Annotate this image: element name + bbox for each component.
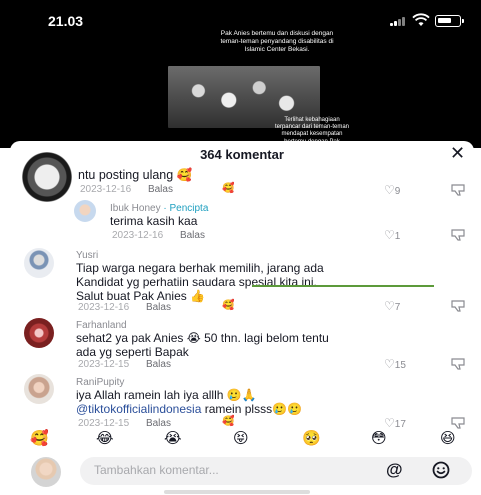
comment-meta: 2023-12-16 Balas	[80, 184, 173, 195]
emoji-smiling-hearts[interactable]: 🥰	[30, 430, 49, 448]
comment-text-line: iya Allah ramein lah iya alllh 🥲🙏	[76, 388, 257, 402]
creator-like-icon: 🥰	[222, 183, 235, 194]
emoji-tears-of-joy[interactable]: 😂	[96, 430, 114, 448]
comment-meta: 2023-12-16 Balas	[78, 302, 171, 313]
battery-icon	[435, 15, 464, 27]
like-count: 17	[394, 419, 406, 430]
comment-text-line: sehat2 ya pak Anies 😭 50 thn. lagi belom…	[76, 331, 329, 345]
comment-username[interactable]: Yusri	[76, 250, 98, 261]
creator-like-icon: 🥰	[222, 300, 235, 311]
creator-badge: · Pencipta	[163, 203, 209, 214]
comment-meta: 2023-12-16 Balas	[112, 230, 205, 241]
like-button[interactable]: ♡17	[384, 416, 406, 430]
heart-icon: ♡	[384, 228, 395, 242]
avatar[interactable]	[24, 248, 54, 278]
comment-count-title: 364 komentar	[200, 147, 284, 162]
comment-input-box[interactable]: @	[80, 457, 472, 485]
status-bar: 21.03	[0, 0, 481, 30]
emoji-quick-bar: 🥰 😂 😭 😝 🥺 😳 😆	[0, 430, 481, 452]
reply-button[interactable]: Balas	[146, 359, 171, 370]
my-avatar	[31, 457, 61, 487]
dislike-icon[interactable]	[451, 358, 465, 370]
close-icon[interactable]: ✕	[450, 144, 465, 162]
dislike-icon[interactable]	[451, 184, 465, 196]
avatar[interactable]	[24, 374, 54, 404]
heart-icon: ♡	[384, 357, 395, 371]
emoji-picker-icon[interactable]	[432, 461, 450, 479]
dislike-icon[interactable]	[451, 417, 465, 429]
emoji-crying[interactable]: 😭	[164, 430, 182, 448]
comment-date: 2023-12-16	[112, 230, 164, 241]
avatar[interactable]	[24, 318, 54, 348]
comment-date: 2023-12-15	[78, 418, 130, 429]
like-count: 15	[394, 360, 406, 371]
mention-link[interactable]: @tiktokofficialindonesia	[76, 402, 201, 416]
emoji-tongue-out[interactable]: 😝	[233, 430, 249, 448]
comment-date: 2023-12-16	[80, 184, 132, 195]
heart-icon: ♡	[384, 416, 395, 430]
emoji-flushed[interactable]: 😳	[371, 430, 387, 448]
signal-icon	[390, 16, 406, 26]
heart-icon: ♡	[384, 183, 395, 197]
comment-text-line: ada yg seperti Bapak	[76, 345, 189, 359]
mention-at-icon[interactable]: @	[386, 460, 403, 480]
like-button[interactable]: ♡7	[384, 299, 400, 313]
emoji-grinning-squint[interactable]: 😆	[440, 430, 456, 448]
like-count: 9	[394, 186, 401, 197]
wifi-icon	[412, 13, 430, 26]
avatar[interactable]	[74, 200, 96, 222]
comment-username[interactable]: Ibuk Honey · Pencipta	[110, 203, 208, 214]
reply-button[interactable]: Balas	[146, 418, 171, 429]
comment-username[interactable]: RaniPupity	[76, 377, 124, 388]
emoji-pleading[interactable]: 🥺	[302, 430, 321, 448]
comment-text: ntu posting ulang 🥰	[78, 168, 193, 182]
like-count: 7	[394, 302, 401, 313]
video-player[interactable]: 21.03 Pak Anies bertemu dan diskusi deng…	[0, 0, 481, 148]
comment-input-row: @	[0, 455, 481, 487]
comment-text: terima kasih kaa	[110, 214, 198, 228]
comment-meta: 2023-12-15 Balas	[78, 418, 171, 429]
creator-like-icon: 🥰	[222, 416, 235, 427]
dislike-icon[interactable]	[451, 229, 465, 241]
like-button[interactable]: ♡9	[384, 183, 400, 197]
comment-text-line: Tiap warga negara berhak memilih, jarang…	[76, 261, 324, 275]
status-time: 21.03	[48, 13, 84, 29]
sheet-header: 364 komentar ✕	[10, 141, 474, 167]
comment-text-line: @tiktokofficialindonesia ramein plsss🥲🥲	[76, 402, 302, 416]
like-button[interactable]: ♡1	[384, 228, 400, 242]
comment-text-line: Kandidat yg perhatiin saudara spesial ki…	[76, 275, 317, 289]
comment-input[interactable]	[94, 463, 374, 477]
heart-icon: ♡	[384, 299, 395, 313]
floating-assistive-button[interactable]	[22, 152, 72, 202]
home-indicator[interactable]	[164, 490, 310, 494]
reply-button[interactable]: Balas	[146, 302, 171, 313]
comment-date: 2023-12-16	[78, 302, 130, 313]
dislike-icon[interactable]	[451, 300, 465, 312]
comment-date: 2023-12-15	[78, 359, 130, 370]
video-caption: Pak Anies bertemu dan diskusi dengan tem…	[220, 30, 334, 54]
reply-button[interactable]: Balas	[180, 230, 205, 241]
comment-meta: 2023-12-15 Balas	[78, 359, 171, 370]
reply-button[interactable]: Balas	[148, 184, 173, 195]
like-button[interactable]: ♡15	[384, 357, 406, 371]
like-count: 1	[394, 231, 401, 242]
comment-username[interactable]: Farhanland	[76, 320, 127, 331]
text-highlight-underline	[252, 285, 434, 287]
